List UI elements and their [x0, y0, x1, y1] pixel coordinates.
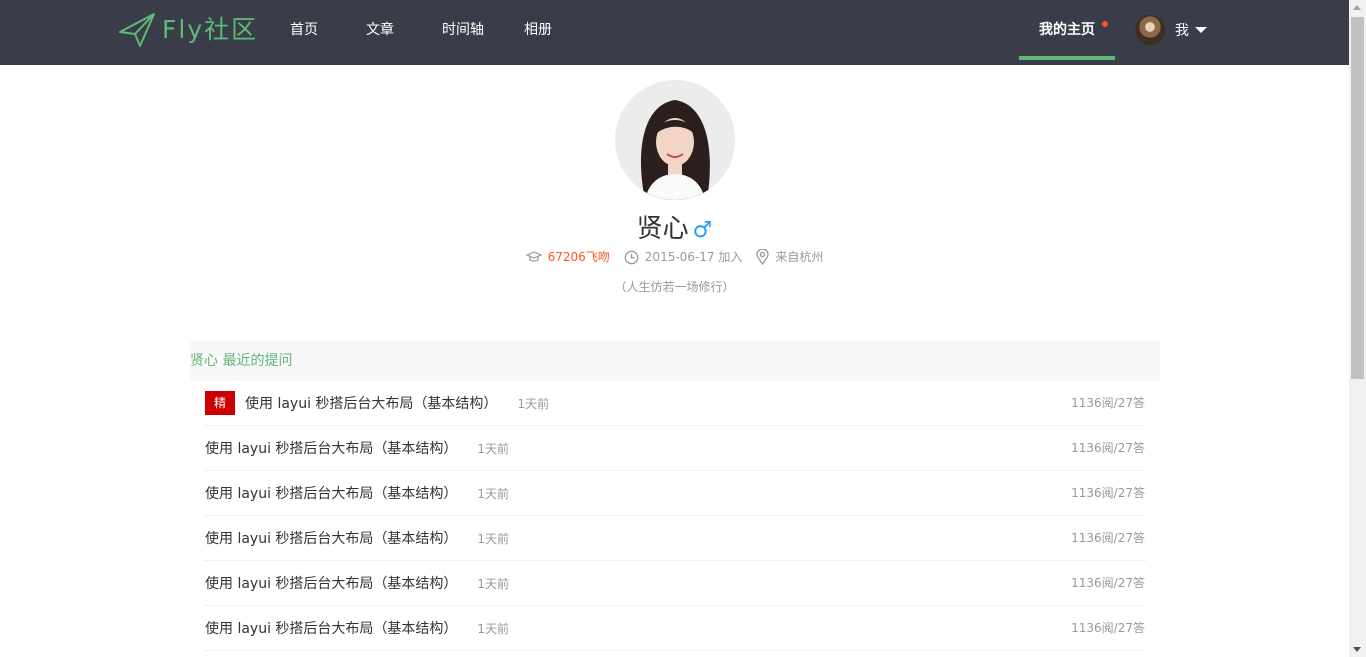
question-stats: 1136阅/27答 — [1071, 396, 1145, 410]
caret-down-icon — [1195, 27, 1207, 33]
profile-name-text: 贤心 — [636, 214, 689, 244]
graduation-cap-icon — [525, 251, 542, 262]
question-row: 使用 layui 秒搭后台大布局（基本结构） 1天前 1136阅/27答 — [205, 471, 1145, 516]
question-stats: 1136阅/27答 — [1071, 486, 1145, 500]
logo[interactable]: Fly社区 — [118, 12, 258, 48]
vertical-scrollbar[interactable] — [1349, 0, 1366, 657]
paper-plane-icon — [119, 13, 155, 47]
user-avatar[interactable] — [1135, 15, 1165, 45]
scroll-down-arrow[interactable] — [1353, 647, 1361, 652]
question-title-link[interactable]: 使用 layui 秒搭后台大布局（基本结构） — [205, 573, 457, 593]
question-time: 1天前 — [477, 576, 510, 591]
question-time: 1天前 — [517, 396, 550, 411]
user-menu[interactable]: 我 — [1135, 15, 1207, 45]
scrollbar-thumb[interactable] — [1351, 17, 1364, 379]
question-time: 1天前 — [477, 621, 510, 636]
nav-articles[interactable]: 文章 — [366, 0, 394, 65]
notification-dot-icon — [1102, 21, 1108, 27]
recent-questions-panel: 贤心 最近的提问 精 使用 layui 秒搭后台大布局（基本结构） 1天前 11… — [190, 341, 1160, 651]
question-stats: 1136阅/27答 — [1071, 441, 1145, 455]
question-stats: 1136阅/27答 — [1071, 576, 1145, 590]
question-list: 精 使用 layui 秒搭后台大布局（基本结构） 1天前 1136阅/27答 使… — [190, 381, 1160, 651]
user-menu-label: 我 — [1175, 23, 1189, 39]
clock-icon — [624, 250, 639, 264]
question-time: 1天前 — [477, 531, 510, 546]
question-title-link[interactable]: 使用 layui 秒搭后台大布局（基本结构） — [205, 438, 457, 458]
profile-signature: （人生仿若一场修行） — [614, 280, 735, 294]
question-time: 1天前 — [477, 486, 510, 501]
nav-album[interactable]: 相册 — [524, 0, 552, 65]
join-date-text: 2015-06-17 加入 — [644, 250, 743, 264]
panel-title: 贤心 最近的提问 — [190, 341, 1160, 381]
question-stats: 1136阅/27答 — [1071, 531, 1145, 545]
logo-text: Fly社区 — [162, 15, 259, 44]
question-title-link[interactable]: 使用 layui 秒搭后台大布局（基本结构） — [205, 528, 457, 548]
question-row: 使用 layui 秒搭后台大布局（基本结构） 1天前 1136阅/27答 — [205, 561, 1145, 606]
profile-meta: 67206飞吻 2015-06-17 加入 来自杭州 — [0, 248, 1349, 266]
male-icon: ♂ — [692, 218, 713, 243]
scroll-up-arrow[interactable] — [1353, 5, 1361, 10]
question-stats: 1136阅/27答 — [1071, 621, 1145, 635]
active-tab-indicator — [1019, 56, 1115, 60]
question-time: 1天前 — [477, 441, 510, 456]
location-pin-icon — [756, 249, 770, 265]
my-homepage-label: 我的主页 — [1039, 22, 1095, 38]
profile-avatar — [615, 80, 735, 200]
main-nav: 首页 文章 时间轴 相册 — [290, 0, 600, 65]
question-title-link[interactable]: 使用 layui 秒搭后台大布局（基本结构） — [205, 483, 457, 503]
question-title-link[interactable]: 使用 layui 秒搭后台大布局（基本结构） — [205, 618, 457, 638]
question-row: 使用 layui 秒搭后台大布局（基本结构） 1天前 1136阅/27答 — [205, 426, 1145, 471]
question-title-link[interactable]: 使用 layui 秒搭后台大布局（基本结构） — [245, 393, 497, 413]
featured-badge: 精 — [205, 391, 236, 415]
location: 来自杭州 — [756, 248, 823, 266]
kiss-count: 67206飞吻 — [525, 248, 610, 266]
question-row: 使用 layui 秒搭后台大布局（基本结构） 1天前 1136阅/27答 — [205, 606, 1145, 651]
my-homepage-link[interactable]: 我的主页 — [1019, 0, 1115, 65]
profile-name: 贤心 ♂ — [0, 208, 1349, 245]
page: Fly社区 首页 文章 时间轴 相册 我的主页 我 贤心 ♂ 67206飞吻 2… — [0, 0, 1366, 657]
kiss-count-text: 67206飞吻 — [547, 250, 610, 264]
question-row: 精 使用 layui 秒搭后台大布局（基本结构） 1天前 1136阅/27答 — [205, 381, 1145, 426]
nav-timeline[interactable]: 时间轴 — [442, 0, 484, 65]
top-header: Fly社区 首页 文章 时间轴 相册 我的主页 我 — [0, 0, 1349, 65]
join-date: 2015-06-17 加入 — [624, 248, 743, 266]
nav-home[interactable]: 首页 — [290, 0, 318, 65]
location-text: 来自杭州 — [775, 250, 824, 264]
question-row: 使用 layui 秒搭后台大布局（基本结构） 1天前 1136阅/27答 — [205, 516, 1145, 561]
